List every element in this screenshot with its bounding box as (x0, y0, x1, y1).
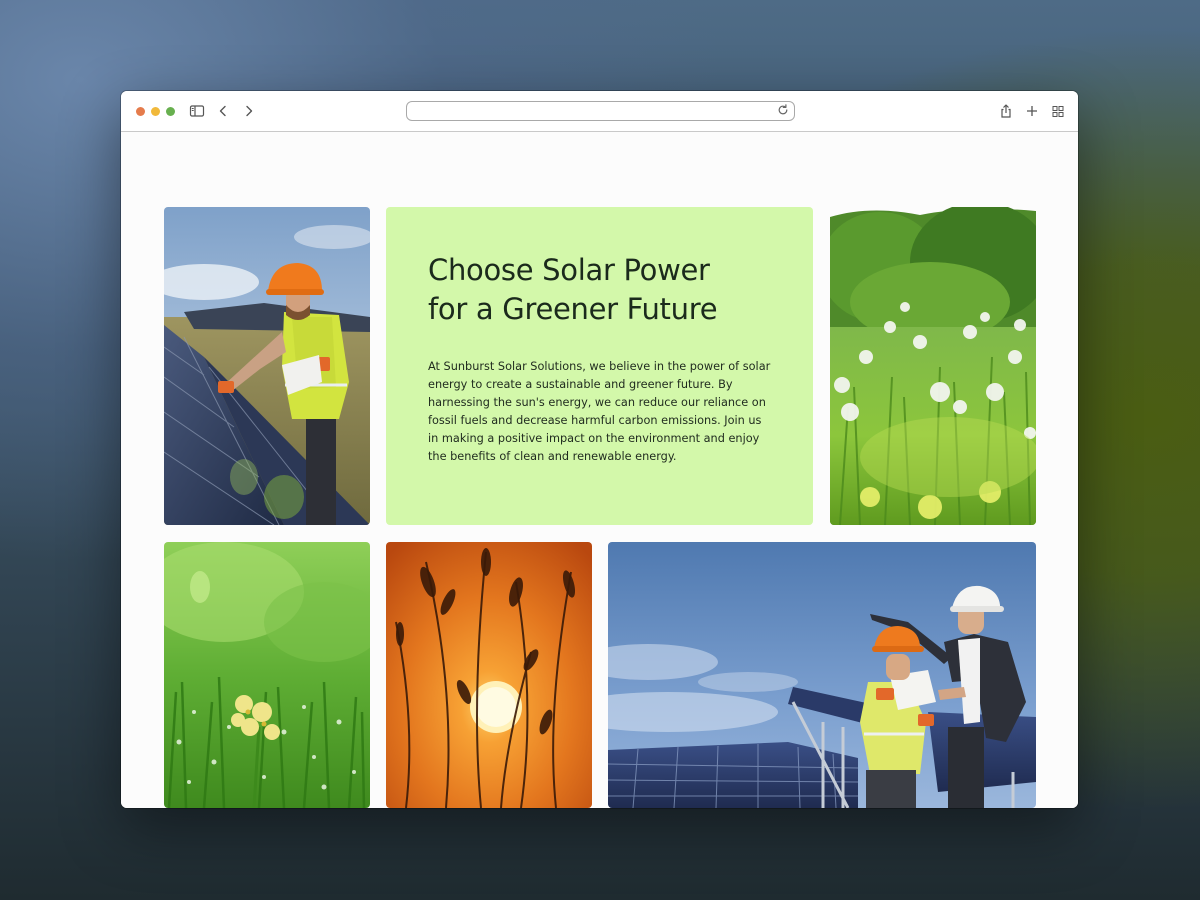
sidebar-icon[interactable] (189, 103, 205, 119)
hero-card: Choose Solar Power for a Greener Future … (386, 207, 813, 525)
browser-toolbar (121, 91, 1078, 132)
address-bar[interactable] (406, 101, 795, 121)
hero-title: Choose Solar Power for a Greener Future (428, 251, 788, 329)
photo-dewy-grass-yellow-flower (164, 542, 370, 808)
hero-description: At Sunburst Solar Solutions, we believe … (428, 360, 771, 463)
new-tab-icon[interactable] (1024, 103, 1040, 119)
minimize-window-button[interactable] (151, 107, 160, 116)
photo-worker-installing-solar-panels (164, 207, 370, 525)
tab-overview-icon[interactable] (1050, 103, 1066, 119)
share-icon[interactable] (998, 103, 1014, 119)
photo-sunset-grass-silhouette (386, 542, 592, 808)
photo-dandelion-meadow (830, 207, 1036, 525)
forward-icon[interactable] (241, 103, 257, 119)
reload-icon[interactable] (776, 103, 790, 117)
close-window-button[interactable] (136, 107, 145, 116)
browser-window: Choose Solar Power for a Greener Future … (121, 91, 1078, 808)
back-icon[interactable] (215, 103, 231, 119)
zoom-window-button[interactable] (166, 107, 175, 116)
hero-title-line-2: for a Greener Future (428, 292, 718, 326)
hero-title-line-1: Choose Solar Power (428, 253, 710, 287)
page-content: Choose Solar Power for a Greener Future … (121, 132, 1078, 808)
photo-engineers-at-solar-farm (608, 542, 1036, 808)
